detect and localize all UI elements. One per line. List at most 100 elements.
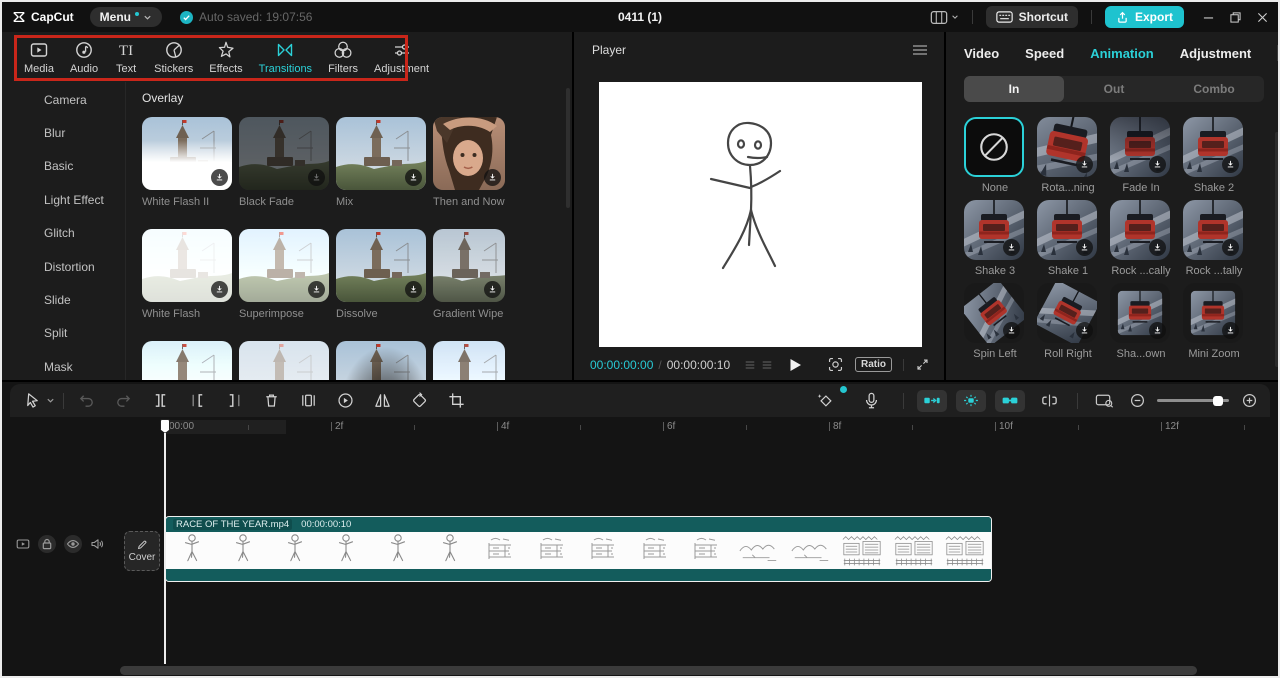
frame-list-icon[interactable] [744, 359, 756, 371]
download-icon[interactable] [211, 169, 228, 186]
download-icon[interactable] [1222, 239, 1239, 256]
inspector-tab-video[interactable]: Video [964, 46, 999, 61]
crop-button[interactable] [438, 388, 475, 414]
segment-out[interactable]: Out [1064, 76, 1164, 102]
mute-track-button[interactable] [90, 537, 104, 551]
inspector-tab-animation[interactable]: Animation [1090, 46, 1154, 61]
tab-transitions[interactable]: Transitions [251, 40, 320, 75]
segment-in[interactable]: In [964, 76, 1064, 102]
download-icon[interactable] [1003, 239, 1020, 256]
menu-button[interactable]: Menu [89, 7, 163, 27]
transition-card-white-flash-ii[interactable]: White Flash II [142, 117, 232, 208]
inspector-tab-speed[interactable]: Speed [1025, 46, 1064, 61]
redo-button[interactable] [105, 388, 142, 414]
select-tool-button[interactable] [20, 388, 55, 414]
ratio-button[interactable]: Ratio [855, 357, 892, 372]
mirror-button[interactable] [364, 388, 401, 414]
tab-filters[interactable]: Filters [320, 40, 366, 75]
download-icon[interactable] [484, 281, 501, 298]
timeline-ruler[interactable]: 00:00 2f 4f 6f 8f 10f 12f [2, 419, 1278, 435]
vertical-scrollbar[interactable] [1275, 132, 1278, 367]
animation-preset-rota-ning[interactable]: Rota...ning [1037, 117, 1099, 194]
edit-cover-button[interactable]: Cover [124, 531, 160, 571]
download-icon[interactable] [1149, 322, 1166, 339]
timeline-view-options-button[interactable] [1091, 388, 1117, 414]
download-icon[interactable] [1076, 322, 1093, 339]
animation-preset-rock-cally[interactable]: Rock ...cally [1110, 200, 1172, 277]
transition-card[interactable] [336, 341, 426, 380]
download-icon[interactable] [1222, 322, 1239, 339]
download-icon[interactable] [1076, 156, 1093, 173]
transition-card-then-and-now[interactable]: Then and Now [433, 117, 505, 208]
transition-card[interactable] [433, 341, 505, 380]
download-icon[interactable] [308, 169, 325, 186]
preset-tile[interactable] [1183, 200, 1243, 260]
preset-tile[interactable] [964, 283, 1024, 343]
zoom-in-icon[interactable] [1238, 388, 1260, 414]
minimize-button[interactable] [1203, 12, 1214, 23]
tab-adjustment[interactable]: Adjustment [366, 40, 437, 75]
transition-card[interactable] [239, 341, 329, 380]
download-icon[interactable] [1003, 322, 1020, 339]
restore-button[interactable] [1230, 11, 1241, 23]
download-icon[interactable] [1222, 156, 1239, 173]
shortcut-button[interactable]: Shortcut [985, 6, 1078, 28]
magnetic-snap-button[interactable] [956, 389, 986, 412]
vertical-scrollbar[interactable] [566, 88, 570, 208]
player-menu-icon[interactable] [912, 44, 928, 56]
preset-none-tile[interactable] [964, 117, 1024, 177]
animation-preset-none[interactable]: None [964, 117, 1026, 194]
download-icon[interactable] [405, 169, 422, 186]
preset-tile[interactable] [1183, 117, 1243, 177]
animation-preset-mini-zoom[interactable]: Mini Zoom [1183, 283, 1245, 360]
fullscreen-icon[interactable] [915, 357, 930, 372]
preset-tile[interactable] [1037, 283, 1097, 343]
lock-track-button[interactable] [38, 535, 56, 553]
tab-effects[interactable]: Effects [201, 40, 250, 75]
keyframe-button[interactable] [807, 385, 847, 414]
video-clip[interactable]: RACE OF THE YEAR.mp4 00:00:00:10 [165, 516, 992, 582]
category-glitch[interactable]: Glitch [2, 217, 125, 250]
delete-button[interactable] [253, 388, 290, 414]
horizontal-scrollbar[interactable] [120, 666, 1197, 675]
rotate-button[interactable] [401, 388, 438, 414]
category-split[interactable]: Split [2, 317, 125, 350]
freeze-frame-button[interactable] [290, 388, 327, 414]
frame-list-icon[interactable] [761, 359, 773, 371]
tab-media[interactable]: Media [16, 40, 62, 75]
preset-tile[interactable] [964, 200, 1024, 260]
animation-preset-rock-tally[interactable]: Rock ...tally [1183, 200, 1245, 277]
undo-button[interactable] [68, 388, 105, 414]
animation-preset-shake-2[interactable]: Shake 2 [1183, 117, 1245, 194]
preset-tile[interactable] [1110, 117, 1170, 177]
animation-preset-roll-right[interactable]: Roll Right [1037, 283, 1099, 360]
hide-track-button[interactable] [64, 535, 82, 553]
playhead-line[interactable] [164, 420, 166, 664]
transition-card-dissolve[interactable]: Dissolve [336, 229, 426, 320]
preset-tile[interactable] [1037, 200, 1097, 260]
download-icon[interactable] [308, 281, 325, 298]
preset-tile[interactable] [1110, 200, 1170, 260]
download-icon[interactable] [484, 169, 501, 186]
transition-card[interactable] [142, 341, 232, 380]
category-light-effect[interactable]: Light Effect [2, 183, 125, 216]
animation-preset-spin-left[interactable]: Spin Left [964, 283, 1026, 360]
animation-preset-sha-own[interactable]: Sha...own [1110, 283, 1172, 360]
close-button[interactable] [1257, 12, 1268, 23]
transition-card-mix[interactable]: Mix [336, 117, 426, 208]
workspace-layout-button[interactable] [930, 10, 959, 25]
segment-combo[interactable]: Combo [1164, 76, 1264, 102]
category-blur[interactable]: Blur [2, 116, 125, 149]
download-icon[interactable] [1149, 156, 1166, 173]
inspector-tab-adjustment[interactable]: Adjustment [1180, 46, 1252, 61]
tab-audio[interactable]: Audio [62, 40, 106, 75]
category-distortion[interactable]: Distortion [2, 250, 125, 283]
download-icon[interactable] [1076, 239, 1093, 256]
record-voiceover-button[interactable] [853, 388, 890, 414]
transition-card-black-fade[interactable]: Black Fade [239, 117, 329, 208]
animation-preset-shake-1[interactable]: Shake 1 [1037, 200, 1099, 277]
timeline-zoom-slider[interactable] [1157, 395, 1229, 407]
zoom-out-icon[interactable] [1126, 388, 1148, 414]
reverse-button[interactable] [327, 388, 364, 414]
download-icon[interactable] [1149, 239, 1166, 256]
